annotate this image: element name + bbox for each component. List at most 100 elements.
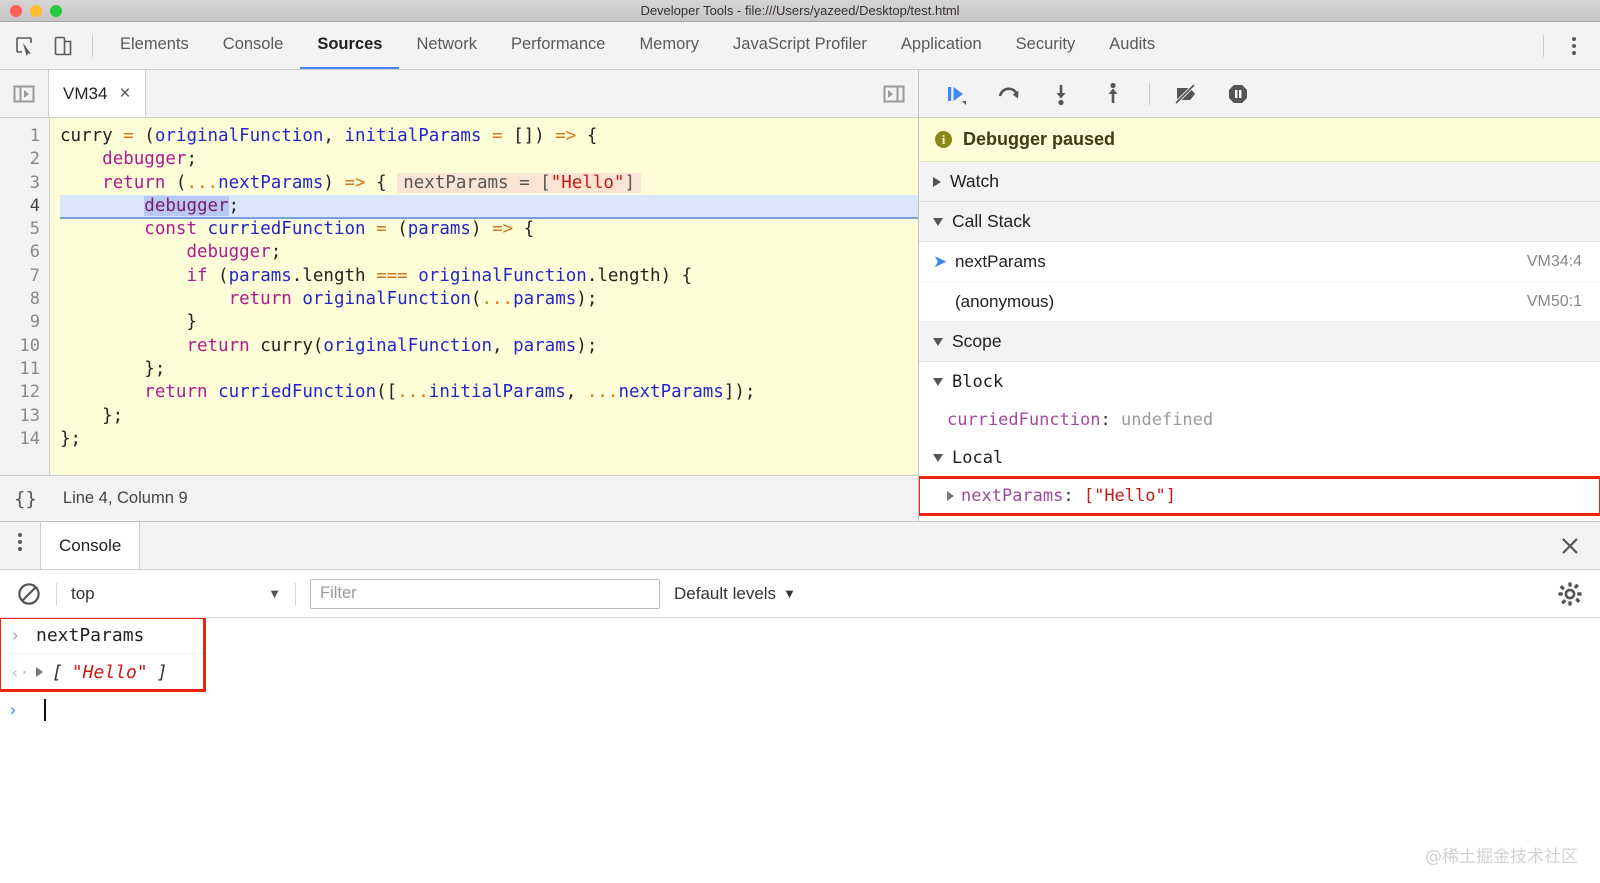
prop-value: undefined [1121, 410, 1213, 430]
console-context-selector[interactable]: top ▼ [71, 584, 281, 604]
deactivate-breakpoints-icon[interactable] [1164, 74, 1208, 114]
drawer-kebab-icon[interactable] [0, 522, 40, 562]
tab-performance[interactable]: Performance [494, 22, 622, 69]
code-line[interactable]: return curriedFunction([...initialParams… [60, 381, 918, 404]
code-token [408, 266, 419, 286]
code-token: ... [481, 289, 513, 309]
code-line[interactable]: return (...nextParams) => { nextParams =… [60, 172, 918, 195]
code-editor[interactable]: 1 2 3 4 5 6 7 8 9 10 11 12 13 14 curry =… [0, 118, 918, 475]
code-line[interactable]: debugger; [60, 195, 918, 218]
tab-label: JavaScript Profiler [733, 35, 867, 54]
chevron-down-icon [933, 338, 943, 346]
close-drawer-icon[interactable] [1558, 522, 1600, 569]
code-line[interactable]: debugger; [60, 148, 918, 171]
code-token: ); [576, 336, 597, 356]
code-line[interactable]: curry = (originalFunction, initialParams… [60, 125, 918, 148]
console-prompt-row[interactable]: › [0, 690, 1600, 730]
console-log-levels-dropdown[interactable]: Default levels ▼ [674, 584, 796, 604]
code-token: curry [60, 126, 123, 146]
show-navigator-icon[interactable] [0, 70, 48, 117]
tab-sources[interactable]: Sources [300, 22, 399, 69]
scope-group-block[interactable]: Block [919, 362, 1600, 402]
show-debugger-icon[interactable] [870, 70, 918, 117]
info-icon: i [935, 131, 952, 148]
line-number: 1 [0, 125, 40, 148]
code-token: curriedFunction [208, 219, 366, 239]
console-input-message[interactable]: › nextParams [0, 618, 204, 654]
watch-section-header[interactable]: Watch [919, 162, 1600, 202]
scope-prop-curriedfunction[interactable]: curriedFunction: undefined [919, 402, 1600, 438]
pretty-print-icon[interactable]: {} [14, 488, 37, 510]
inspect-cursor-icon[interactable] [6, 27, 44, 65]
console-messages[interactable]: › nextParams ‹· ["Hello"] › [0, 618, 1600, 883]
scope-section-header[interactable]: Scope [919, 322, 1600, 362]
pause-on-exceptions-icon[interactable] [1216, 74, 1260, 114]
prop-name: nextParams [961, 486, 1063, 506]
code-token: nextParams [618, 382, 723, 402]
code-token: = [123, 126, 134, 146]
file-tab-vm34[interactable]: VM34 × [48, 70, 146, 117]
minimize-window-button[interactable] [30, 5, 42, 17]
device-toolbar-icon[interactable] [44, 27, 82, 65]
console-result-message[interactable]: ‹· ["Hello"] [0, 654, 204, 690]
code-token: originalFunction [323, 336, 492, 356]
drawer-tab-console[interactable]: Console [40, 522, 140, 569]
code-line[interactable]: }; [60, 405, 918, 428]
chevron-right-icon[interactable] [947, 491, 954, 501]
tab-memory[interactable]: Memory [622, 22, 716, 69]
code-token: ( [387, 219, 408, 239]
code-line[interactable]: debugger; [60, 241, 918, 264]
call-stack-section-header[interactable]: Call Stack [919, 202, 1600, 242]
console-result-value[interactable]: ["Hello"] [36, 662, 168, 683]
step-into-icon[interactable] [1039, 74, 1083, 114]
tab-security[interactable]: Security [999, 22, 1093, 69]
code-token: ) [471, 219, 492, 239]
tab-network[interactable]: Network [399, 22, 494, 69]
code-token: debugger [102, 149, 186, 169]
step-over-icon[interactable] [987, 74, 1031, 114]
zoom-window-button[interactable] [50, 5, 62, 17]
kebab-menu-icon[interactable] [1554, 26, 1594, 66]
code-line[interactable]: } [60, 311, 918, 334]
debugger-divider [1149, 83, 1150, 105]
line-number: 6 [0, 241, 40, 264]
console-settings-gear-icon[interactable] [1556, 580, 1584, 608]
call-stack-frame-nextparams[interactable]: ➤ nextParams VM34:4 [919, 242, 1600, 282]
tab-application[interactable]: Application [884, 22, 999, 69]
code-token: ( [471, 289, 482, 309]
code-line[interactable]: const curriedFunction = (params) => { [60, 218, 918, 241]
close-window-button[interactable] [10, 5, 22, 17]
scope-prop-nextparams[interactable]: nextParams: ["Hello"] [919, 478, 1600, 514]
call-stack-frame-anonymous[interactable]: ➤ (anonymous) VM50:1 [919, 282, 1600, 322]
console-filter-input[interactable] [310, 579, 660, 609]
context-value: top [71, 584, 95, 604]
clear-console-icon[interactable] [16, 581, 42, 607]
code-line[interactable]: if (params.length === originalFunction.l… [60, 265, 918, 288]
code-token [292, 289, 303, 309]
resume-icon[interactable] [935, 74, 979, 114]
tab-javascript-profiler[interactable]: JavaScript Profiler [716, 22, 884, 69]
tab-audits[interactable]: Audits [1092, 22, 1172, 69]
code-line[interactable]: return curry(originalFunction, params); [60, 335, 918, 358]
scope-prop-this[interactable]: this: Window [919, 514, 1600, 521]
paused-message: Debugger paused [963, 129, 1115, 150]
line-number: 2 [0, 148, 40, 171]
close-icon[interactable]: × [119, 84, 130, 103]
step-out-icon[interactable] [1091, 74, 1135, 114]
watch-label: Watch [950, 171, 999, 192]
code-line[interactable]: }; [60, 428, 918, 451]
frame-location: VM34:4 [1527, 253, 1582, 271]
result-string: "Hello" [72, 662, 148, 683]
code-token [60, 219, 144, 239]
tab-elements[interactable]: Elements [103, 22, 206, 69]
code-content[interactable]: curry = (originalFunction, initialParams… [50, 118, 918, 475]
code-token: originalFunction [155, 126, 324, 146]
code-token: ) [323, 173, 344, 193]
code-line[interactable]: return originalFunction(...params); [60, 288, 918, 311]
scope-group-local[interactable]: Local [919, 438, 1600, 478]
code-line[interactable]: }; [60, 358, 918, 381]
tab-console[interactable]: Console [206, 22, 301, 69]
code-token: ... [186, 173, 218, 193]
chevron-right-icon[interactable] [36, 667, 43, 677]
scope-list[interactable]: Block curriedFunction: undefined Local n… [919, 362, 1600, 521]
